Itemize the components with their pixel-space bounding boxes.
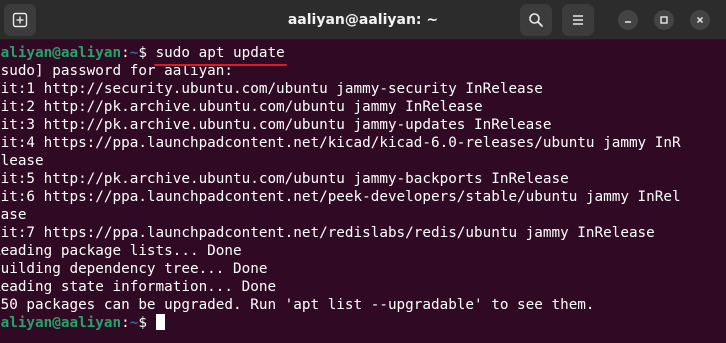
prompt-user: aaliyan@aaliyan [0,45,122,61]
new-tab-icon [12,12,28,28]
output-line: Hit:4 https://ppa.launchpadcontent.net/k… [0,135,681,151]
output-line: 150 packages can be upgraded. Run 'apt l… [0,297,595,313]
active-prompt-line: aaliyan@aaliyan:~$ [0,314,726,332]
output-line: Hit:6 https://ppa.launchpadcontent.net/p… [0,189,681,205]
title-bar: aaliyan@aaliyan: ~ [0,0,726,40]
maximize-button[interactable] [654,10,674,30]
maximize-icon [660,16,668,24]
output-line: Building dependency tree... Done [0,261,268,277]
prompt-separator: : [121,315,130,331]
text-cursor[interactable] [155,314,165,330]
minimize-button[interactable] [618,10,638,30]
hamburger-menu-icon [573,15,583,25]
prompt-symbol: $ [138,45,156,61]
command-prompt-line: aaliyan@aaliyan:~$ sudo apt update [0,44,726,66]
search-icon [529,13,543,27]
output-line: Hit:7 https://ppa.launchpadcontent.net/r… [0,225,655,241]
output-line: [sudo] password for aaliyan: [0,63,234,79]
prompt-separator: : [121,45,130,61]
prompt-symbol: $ [138,315,156,331]
command-text-value: sudo apt update [155,45,285,61]
minimize-icon [625,21,631,23]
close-icon [696,16,704,24]
red-underline-annotation [153,64,287,66]
output-line: Hit:5 http://pk.archive.ubuntu.com/ubunt… [0,171,569,187]
terminal-window: aaliyan@aaliyan: ~ aaliyan@aaliyan:~$ su… [0,0,726,343]
output-line: elease [0,153,44,169]
terminal-output-area[interactable]: aaliyan@aaliyan:~$ sudo apt update [sudo… [0,44,726,343]
output-line: Hit:2 http://pk.archive.ubuntu.com/ubunt… [0,99,483,115]
command-text: sudo apt update [153,44,287,66]
search-button[interactable] [520,4,552,36]
output-line: ease [0,207,27,223]
close-button[interactable] [690,10,710,30]
new-tab-button[interactable] [4,4,36,36]
output-line: Hit:1 http://security.ubuntu.com/ubuntu … [0,81,543,97]
prompt-user: aaliyan@aaliyan [0,315,122,331]
menu-button[interactable] [562,4,594,36]
output-line: Reading package lists... Done [0,243,242,259]
output-line: Hit:3 http://pk.archive.ubuntu.com/ubunt… [0,117,552,133]
output-line: Reading state information... Done [0,279,277,295]
